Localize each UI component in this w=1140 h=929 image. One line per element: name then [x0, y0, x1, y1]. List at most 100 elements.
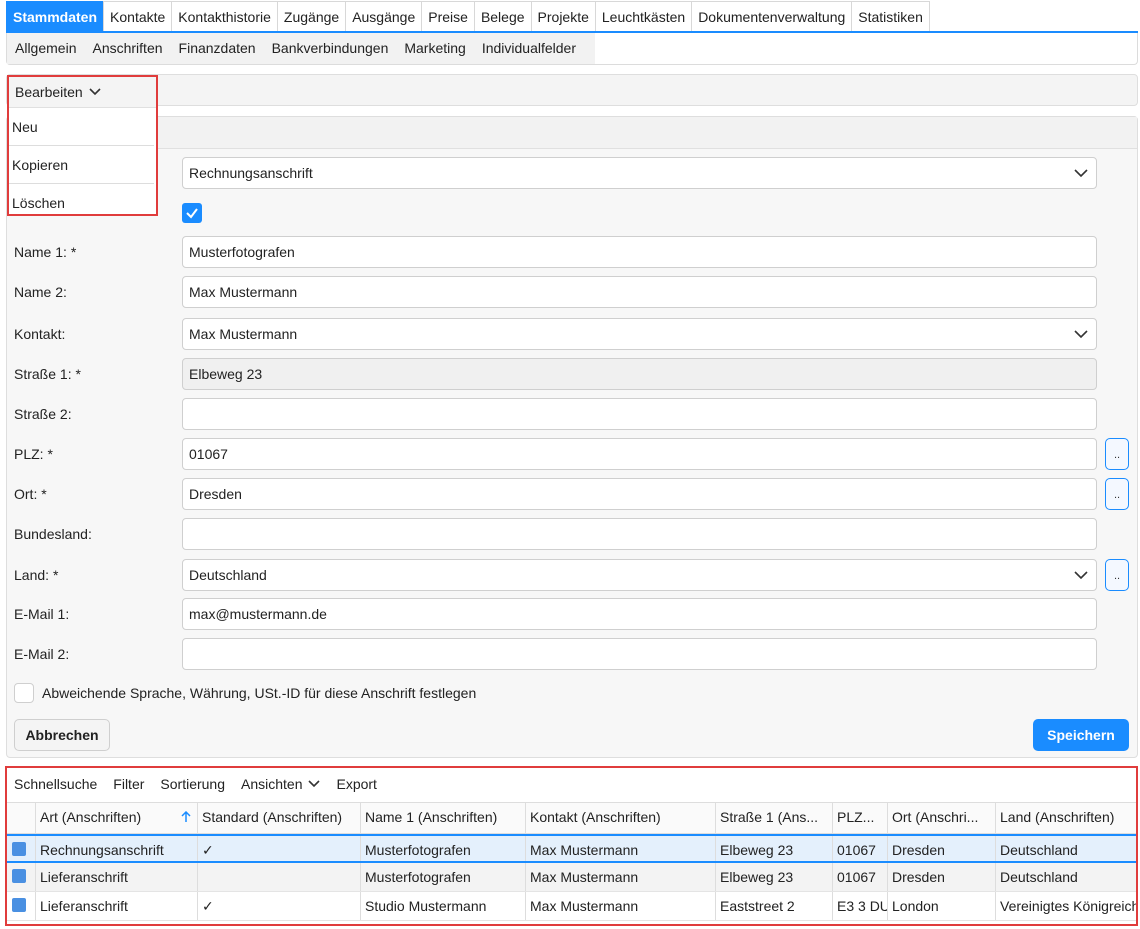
- cell-strasse1: Elbeweg 23: [715, 836, 832, 861]
- cell-plz: 01067: [832, 863, 887, 891]
- sort-button[interactable]: Sortierung: [160, 776, 225, 792]
- address-type-value: Rechnungsanschrift: [189, 165, 313, 181]
- name2-input[interactable]: Max Mustermann: [182, 276, 1097, 308]
- cancel-button[interactable]: Abbrechen: [14, 719, 110, 751]
- row-zip: PLZ: * 01067 ..: [14, 438, 1134, 470]
- export-button[interactable]: Export: [336, 776, 376, 792]
- subtab-marketing[interactable]: Marketing: [396, 33, 473, 64]
- tab-leuchtkaesten[interactable]: Leuchtkästen: [594, 1, 693, 31]
- tab-belege[interactable]: Belege: [473, 1, 532, 31]
- row-street2: Straße 2:: [14, 398, 1134, 430]
- tab-ausgaenge[interactable]: Ausgänge: [345, 1, 423, 31]
- subtab-finanzdaten[interactable]: Finanzdaten: [171, 33, 264, 64]
- tab-preise[interactable]: Preise: [421, 1, 475, 31]
- override-settings-checkbox[interactable]: [14, 683, 34, 703]
- views-label: Ansichten: [241, 776, 303, 792]
- row-country: Land: * Deutschland ..: [14, 559, 1134, 591]
- main-tabs: Stammdaten Kontakte Kontakthistorie Zugä…: [6, 1, 1138, 33]
- row-street1: Straße 1: * Elbeweg 23: [14, 358, 1134, 390]
- menu-item-delete[interactable]: Löschen: [9, 184, 154, 222]
- subtab-bankverbindungen[interactable]: Bankverbindungen: [264, 33, 397, 64]
- filter-button[interactable]: Filter: [113, 776, 144, 792]
- zip-lookup-button[interactable]: ..: [1105, 438, 1129, 470]
- subtab-individualfelder[interactable]: Individualfelder: [474, 33, 584, 64]
- address-type-select[interactable]: Rechnungsanschrift: [182, 157, 1097, 189]
- column-header-name1[interactable]: Name 1 (Anschriften): [360, 803, 525, 833]
- edit-menu-button[interactable]: Bearbeiten: [9, 77, 156, 108]
- subtab-allgemein[interactable]: Allgemein: [7, 33, 84, 64]
- name2-label: Name 2:: [14, 284, 67, 300]
- tab-zugaenge[interactable]: Zugänge: [276, 1, 347, 31]
- cell-kontakt: Max Mustermann: [525, 892, 715, 920]
- table-row[interactable]: Rechnungsanschrift ✓ Musterfotografen Ma…: [7, 834, 1136, 863]
- country-select[interactable]: Deutschland: [182, 559, 1097, 591]
- tab-dokumentenverwaltung[interactable]: Dokumentenverwaltung: [691, 1, 853, 31]
- menu-item-new[interactable]: Neu: [9, 108, 154, 146]
- cell-name1: Musterfotografen: [360, 836, 525, 861]
- save-button[interactable]: Speichern: [1033, 719, 1129, 751]
- row-name2: Name 2: Max Mustermann: [14, 276, 1134, 308]
- row-name1: Name 1: * Musterfotografen: [14, 236, 1134, 268]
- name1-label: Name 1: *: [14, 244, 77, 260]
- contact-value: Max Mustermann: [189, 326, 298, 342]
- edit-dropdown-menu: Bearbeiten Neu Kopieren Löschen: [7, 75, 158, 216]
- chevron-down-icon: [308, 780, 321, 788]
- row-state: Bundesland:: [14, 518, 1134, 550]
- cell-ort: Dresden: [887, 863, 995, 891]
- contact-select[interactable]: Max Mustermann: [182, 318, 1097, 350]
- tab-projekte[interactable]: Projekte: [530, 1, 596, 31]
- tab-stammdaten[interactable]: Stammdaten: [6, 1, 105, 31]
- city-lookup-button[interactable]: ..: [1105, 478, 1129, 510]
- tab-kontakte[interactable]: Kontakte: [103, 1, 173, 31]
- column-header-plz[interactable]: PLZ...: [832, 803, 887, 833]
- column-header-strasse1[interactable]: Straße 1 (Ans...: [715, 803, 832, 833]
- zip-input[interactable]: 01067: [182, 438, 1097, 470]
- email1-input[interactable]: max@mustermann.de: [182, 598, 1097, 630]
- sub-tabs: Allgemein Anschriften Finanzdaten Bankve…: [6, 33, 1138, 65]
- form-toolbar: [6, 74, 1138, 106]
- row-type: Rechnungsanschrift: [14, 157, 1134, 189]
- override-settings-label: Abweichende Sprache, Währung, USt.-ID fü…: [42, 685, 477, 701]
- panel-header: en: [7, 117, 1137, 149]
- column-header-ort[interactable]: Ort (Anschri...: [887, 803, 995, 833]
- table-row[interactable]: Lieferanschrift Musterfotografen Max Mus…: [7, 863, 1136, 892]
- street2-input[interactable]: [182, 398, 1097, 430]
- check-icon: [186, 208, 198, 219]
- cell-land: Deutschland: [995, 863, 1136, 891]
- subtab-anschriften[interactable]: Anschriften: [84, 33, 170, 64]
- name1-input[interactable]: Musterfotografen: [182, 236, 1097, 268]
- cell-ort: London: [887, 892, 995, 920]
- chevron-down-icon: [1074, 330, 1088, 339]
- city-label: Ort: *: [14, 486, 47, 502]
- cell-kontakt: Max Mustermann: [525, 863, 715, 891]
- cell-name1: Musterfotografen: [360, 863, 525, 891]
- tab-kontakthistorie[interactable]: Kontakthistorie: [171, 1, 278, 31]
- column-header-land[interactable]: Land (Anschriften): [995, 803, 1136, 833]
- table-row[interactable]: Lieferanschrift ✓ Studio Mustermann Max …: [7, 892, 1136, 921]
- street1-input[interactable]: Elbeweg 23: [182, 358, 1097, 390]
- state-label: Bundesland:: [14, 526, 92, 542]
- street1-label: Straße 1: *: [14, 366, 81, 382]
- grid-header: Art (Anschriften) Standard (Anschriften)…: [7, 802, 1136, 834]
- default-checkbox[interactable]: [182, 203, 202, 223]
- chevron-down-icon: [89, 88, 101, 96]
- views-dropdown[interactable]: Ansichten: [241, 776, 321, 792]
- tab-statistiken[interactable]: Statistiken: [851, 1, 930, 31]
- menu-item-copy[interactable]: Kopieren: [9, 146, 154, 184]
- address-card-icon: [12, 898, 26, 912]
- column-header-standard[interactable]: Standard (Anschriften): [197, 803, 360, 833]
- country-label: Land: *: [14, 567, 59, 583]
- column-header-art[interactable]: Art (Anschriften): [35, 803, 197, 833]
- quick-search-button[interactable]: Schnellsuche: [14, 776, 97, 792]
- cell-art: Lieferanschrift: [35, 863, 197, 891]
- state-input[interactable]: [182, 518, 1097, 550]
- city-input[interactable]: Dresden: [182, 478, 1097, 510]
- column-header-kontakt[interactable]: Kontakt (Anschriften): [525, 803, 715, 833]
- email2-input[interactable]: [182, 638, 1097, 670]
- cell-standard: [197, 863, 360, 891]
- email1-label: E-Mail 1:: [14, 606, 70, 622]
- cell-standard: ✓: [197, 892, 360, 920]
- country-lookup-button[interactable]: ..: [1105, 559, 1129, 591]
- row-email2: E-Mail 2:: [14, 638, 1134, 670]
- row-contact: Kontakt: Max Mustermann: [14, 318, 1134, 350]
